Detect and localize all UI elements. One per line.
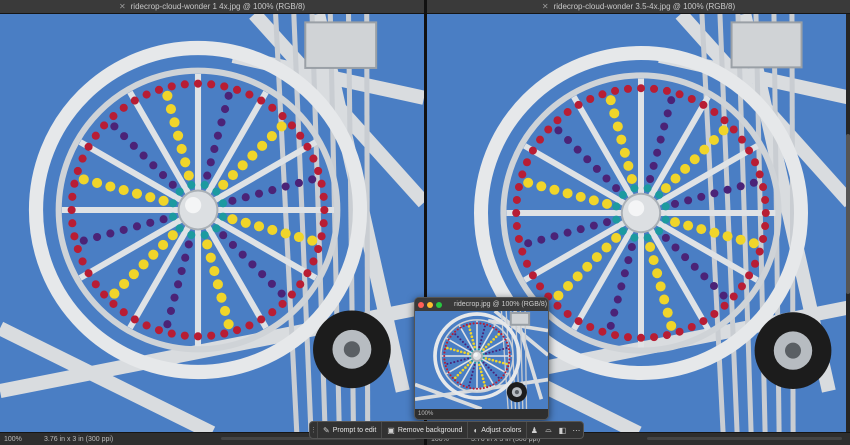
remove-background-icon: ▣ [387, 425, 395, 435]
adjust-colors-label: Adjust colors [481, 426, 522, 434]
document-window-left[interactable]: ✕ ridecrop-cloud-wonder 1 4x.jpg @ 100% … [0, 0, 424, 445]
document-tab-title: ridecrop-cloud-wonder 3.5-4x.jpg @ 100% … [553, 2, 736, 11]
ride-thumbnail-image [415, 311, 548, 409]
transform-icon[interactable]: ⌓ [541, 422, 555, 438]
remove-background-button[interactable]: ▣ Remove background [382, 422, 469, 438]
floating-titlebar[interactable]: ridecrop.jpg @ 100% (RGB/8) [415, 298, 548, 311]
contextual-task-bar[interactable]: ⋮ ✎ Prompt to edit ▣ Remove background ◐… [309, 421, 585, 439]
zoom-window-icon[interactable] [436, 301, 442, 308]
sparkle-edit-icon: ✎ [323, 425, 330, 435]
minimize-window-icon[interactable] [427, 301, 433, 308]
person-icon[interactable]: ♟ [527, 422, 541, 438]
floating-window-title: ridecrop.jpg @ 100% (RGB/8) [454, 301, 548, 308]
document-dimensions[interactable]: 3.76 in x 3 in (300 ppi) [38, 436, 113, 443]
close-tab-icon[interactable]: ✕ [542, 2, 549, 11]
document-tab-right[interactable]: ✕ ridecrop-cloud-wonder 3.5-4x.jpg @ 100… [427, 0, 850, 14]
document-tab-left[interactable]: ✕ ridecrop-cloud-wonder 1 4x.jpg @ 100% … [0, 0, 424, 14]
zoom-level[interactable]: 100% [0, 436, 38, 443]
document-tab-title: ridecrop-cloud-wonder 1 4x.jpg @ 100% (R… [130, 2, 306, 11]
floating-image-canvas[interactable] [415, 311, 548, 409]
adjust-colors-icon: ◐ [473, 425, 479, 435]
drag-handle-icon[interactable]: ⋮ [310, 422, 318, 438]
adjust-colors-button[interactable]: ◐ Adjust colors [468, 422, 528, 438]
vertical-scrollbar[interactable] [846, 14, 850, 433]
more-icon[interactable]: ⋯ [569, 422, 583, 438]
floating-zoom-level[interactable]: 100% [415, 409, 548, 419]
mask-icon[interactable]: ◧ [555, 422, 569, 438]
scrollbar-thumb[interactable] [846, 134, 850, 294]
remove-background-label: Remove background [397, 426, 463, 434]
close-window-icon[interactable] [418, 301, 424, 308]
horizontal-scrollbar[interactable] [647, 437, 842, 440]
floating-document-window[interactable]: ridecrop.jpg @ 100% (RGB/8) 100% [414, 297, 549, 420]
prompt-to-edit-button[interactable]: ✎ Prompt to edit [318, 422, 383, 438]
close-tab-icon[interactable]: ✕ [119, 2, 126, 11]
image-canvas-left[interactable] [0, 14, 424, 433]
ride-image [0, 14, 424, 433]
prompt-to-edit-label: Prompt to edit [332, 426, 377, 434]
